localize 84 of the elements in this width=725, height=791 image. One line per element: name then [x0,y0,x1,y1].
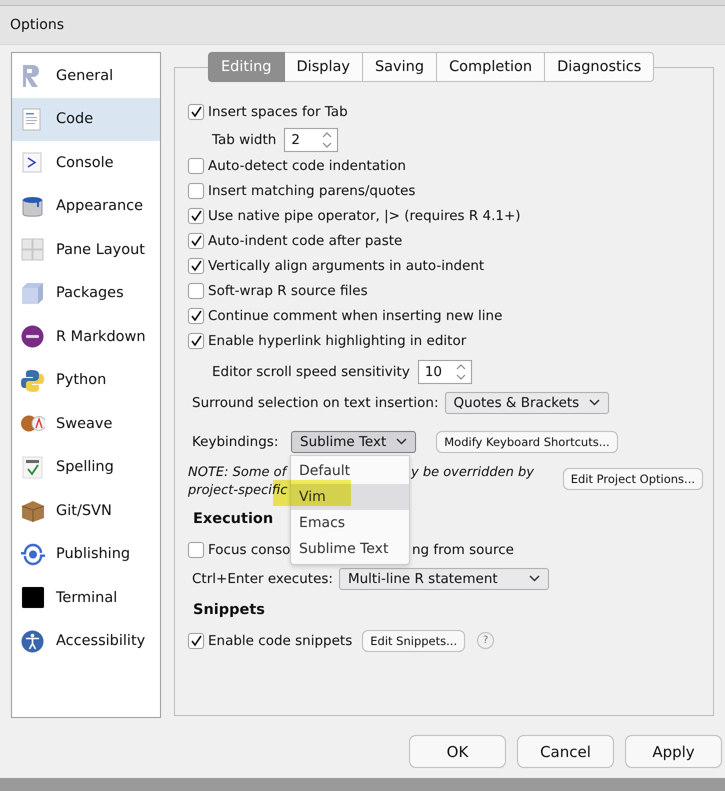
menu-item[interactable]: Default [291,458,409,484]
checkbox-label: Enable hyperlink highlighting in editor [208,332,466,348]
dropdown[interactable]: Sublime Text [291,430,416,452]
checkbox-label: Vertically align arguments in auto-indent [208,258,484,274]
window-title: Options [10,17,64,33]
checkbox-label: Enable code snippets [208,632,352,648]
sidebar-item[interactable]: General [12,54,160,98]
tab[interactable]: Saving [362,52,438,82]
field-label: Surround selection on text insertion: [192,394,439,410]
help-button[interactable]: ? [477,632,494,649]
checkbox[interactable] [188,158,204,174]
note-text: y be overridden by [411,464,534,482]
publish-icon [20,542,45,567]
checkbox[interactable] [188,258,204,274]
cube-icon [20,280,45,306]
button[interactable]: Apply [625,735,722,768]
checkbox[interactable] [188,208,204,224]
checkbox[interactable] [188,542,204,558]
sidebar-item[interactable]: Sweave [12,402,160,446]
chevron-down-icon [396,438,408,445]
field-label: Tab width [212,132,276,148]
sidebar-item[interactable]: Console [12,141,160,184]
number-field[interactable]: 10 [418,360,472,384]
checkbox-label: ng from source [412,542,514,558]
checkbox-label: Auto-indent code after paste [208,232,402,248]
checkmark-icon [190,209,202,222]
menu-item[interactable]: Emacs [291,510,409,536]
checkbox[interactable] [188,232,204,248]
sidebar-item[interactable]: Packages [12,272,160,315]
number-field[interactable]: 2 [284,128,338,152]
sidebar-item[interactable]: Publishing [12,532,160,576]
button[interactable]: Edit Project Options... [562,468,703,490]
field-label: Keybindings: [192,434,280,450]
dropdown[interactable]: Multi-line R statement [338,568,549,590]
sidebar-item[interactable]: Spelling [12,446,160,489]
note-text: NOTE: Some of [188,464,289,482]
rmd-badge-icon [20,324,45,350]
checkmark-icon [190,634,202,647]
chevron-down-icon [589,399,600,406]
tab[interactable]: Diagnostics [545,52,654,82]
checkmark-icon [190,234,202,247]
checkbox[interactable] [188,104,204,120]
button[interactable]: Modify Keyboard Shortcuts... [436,430,618,452]
checkbox-label: Use native pipe operator, |> (requires R 4.1+) [208,208,521,224]
accessibility-icon [20,628,45,654]
checkbox[interactable] [188,282,204,298]
sidebar-item[interactable]: Git/SVN [12,489,160,532]
checkbox-label: Auto-detect code indentation [208,158,406,174]
checkmark-icon [190,105,202,118]
chevron-down-icon [528,575,540,582]
tab[interactable]: Completion [437,52,546,82]
checkbox-label: Continue comment when inserting new line [208,308,502,324]
checkbox[interactable] [188,632,204,648]
tab[interactable]: Display [284,52,363,82]
pane-grid-icon [20,237,45,262]
sidebar-item[interactable]: Terminal [12,576,160,620]
field-label: Editor scroll speed sensitivity [212,364,410,380]
dropdown[interactable]: Quotes & Brackets [444,392,610,414]
sidebar-item[interactable]: Python [12,358,160,402]
sidebar-item[interactable]: R Markdown [12,315,160,358]
field-label: Ctrl+Enter executes: [192,570,333,586]
checkbox[interactable] [188,332,204,348]
menu-item[interactable]: Sublime Text [291,536,409,562]
sidebar-item[interactable]: Accessibility [12,620,160,663]
sidebar-item[interactable]: Pane Layout [12,228,160,272]
checkbox-label: Insert spaces for Tab [208,104,348,120]
checkbox-label: Soft-wrap R source files [208,282,368,298]
checkbox[interactable] [188,182,204,198]
checkmark-icon [190,259,202,272]
spell-check-icon [20,454,45,480]
terminal-icon [20,585,45,610]
button[interactable]: Edit Snippets... [362,630,466,652]
checkmark-icon [190,309,202,322]
section-heading: Snippets [193,602,265,618]
checkmark-icon [190,334,202,347]
sidebar-item[interactable]: Code [12,98,160,141]
cardboard-box-icon [20,498,45,524]
button[interactable]: OK [409,735,506,768]
section-heading: Execution [193,510,274,526]
button[interactable]: Cancel [517,735,614,768]
checkbox-label: Insert matching parens/quotes [208,182,416,198]
checkbox[interactable] [188,308,204,324]
sidebar-item[interactable]: Appearance [12,184,160,228]
python-icon [20,368,45,393]
